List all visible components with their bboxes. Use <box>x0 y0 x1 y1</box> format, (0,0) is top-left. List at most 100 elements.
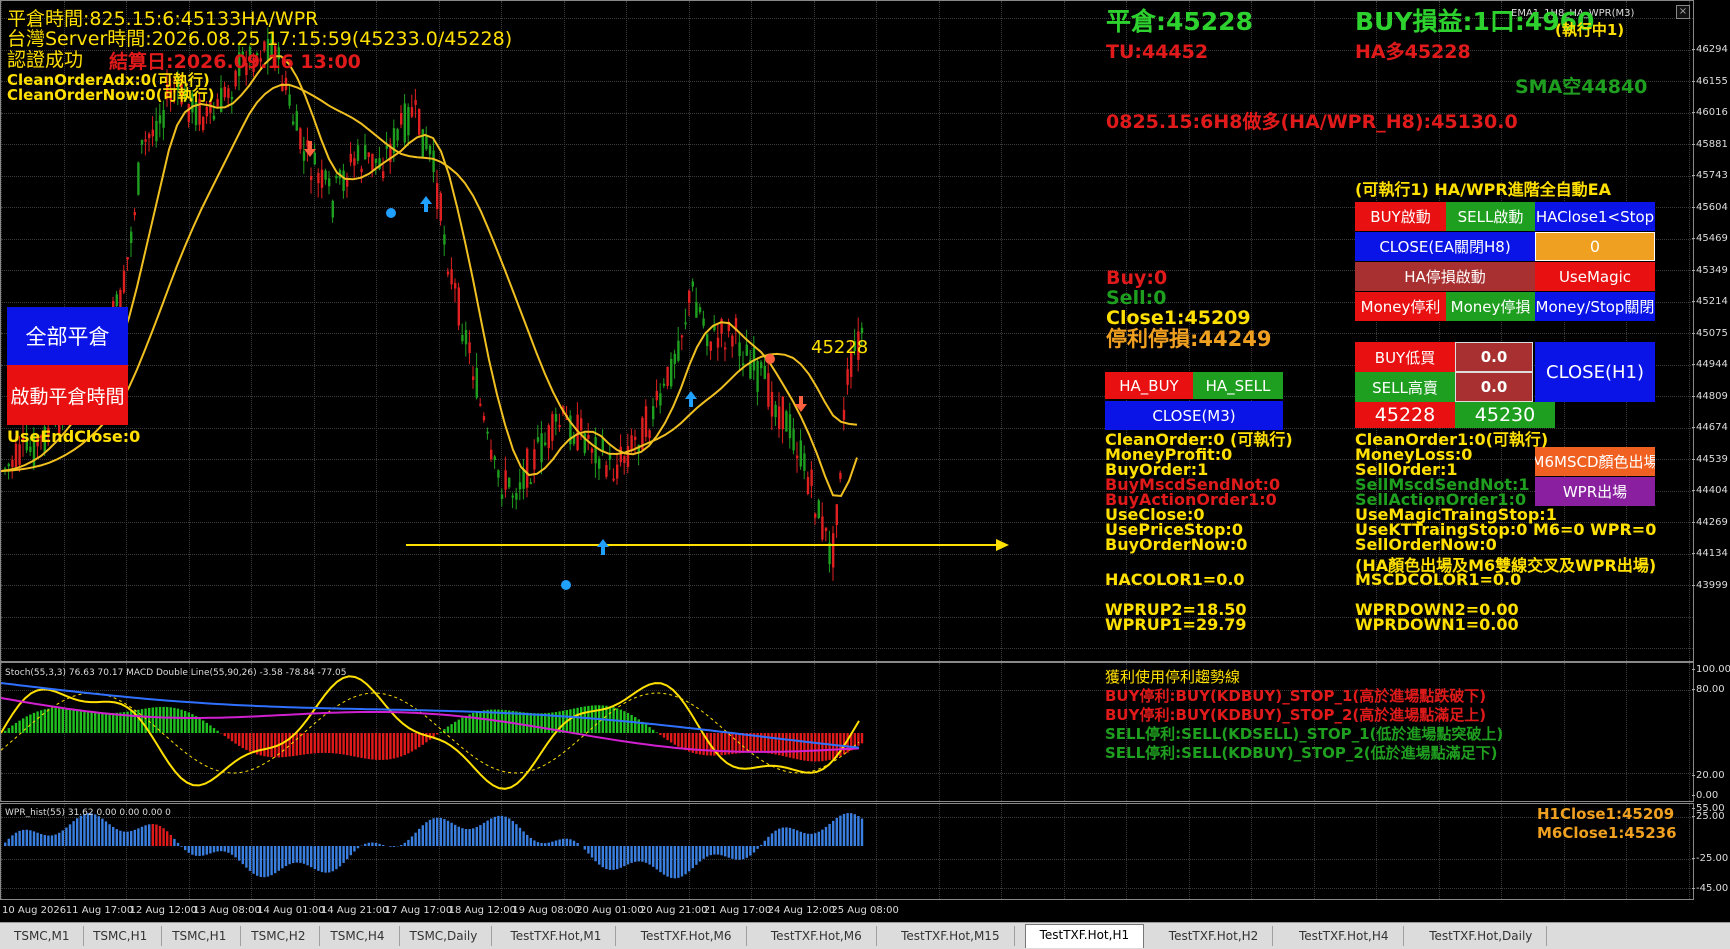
macd-bar <box>414 733 417 750</box>
close-all-button[interactable]: 全部平倉 <box>7 307 128 365</box>
wpr-bar <box>266 846 270 877</box>
chart-tab[interactable]: TSMC,H1 <box>79 926 163 946</box>
candle-body <box>158 115 162 124</box>
close-ea-button[interactable]: CLOSE(EA關閉H8) <box>1355 232 1535 261</box>
wpr-bar <box>101 818 104 846</box>
chart-tab[interactable]: TSMC,M1 <box>0 926 85 946</box>
wpr-bar <box>598 846 601 865</box>
chart-tab[interactable]: TestTXF.Hot,H2 <box>1155 926 1274 946</box>
macd-bar <box>252 733 255 754</box>
price-tick: 44944 <box>1692 359 1728 370</box>
chart-tab[interactable]: TSMC,H4 <box>316 926 400 946</box>
wpr-pane[interactable]: WPR_hist(55) 31.62 0.00 0.00 0.00 0 H1Cl… <box>0 803 1694 900</box>
candle-body <box>824 527 828 532</box>
candle-body <box>497 470 500 478</box>
money-profit-button[interactable]: Money停利 <box>1355 292 1446 321</box>
macd-bar <box>396 733 399 758</box>
candle-body <box>806 477 810 494</box>
ha-sell-button[interactable]: HA_SELL <box>1193 372 1283 399</box>
money-close-button[interactable]: Money/Stop關閉 <box>1535 292 1655 321</box>
candle-body <box>7 463 10 467</box>
macd-bar <box>331 733 334 754</box>
candle-body <box>691 281 694 287</box>
wpr-bar <box>565 838 568 846</box>
price-tick: 45349 <box>1692 264 1728 276</box>
macd-bar <box>216 730 219 733</box>
wpr-bar <box>162 828 165 846</box>
macd-bar <box>464 715 468 733</box>
chart-tab[interactable]: TestTXF.Hot,H4 <box>1285 926 1404 946</box>
candle-body <box>493 456 496 461</box>
start-close-time-button[interactable]: 啟動平倉時間 <box>7 365 128 425</box>
chart-tab[interactable]: TestTXF.Hot,M6 <box>757 926 877 946</box>
wpr-bar <box>216 846 219 852</box>
candle-body <box>533 449 536 470</box>
wpr-bar <box>760 844 763 846</box>
candle-body <box>788 414 792 439</box>
candle-body <box>619 446 622 463</box>
close-icon[interactable]: × <box>1676 5 1690 19</box>
money-stop-button[interactable]: Money停損 <box>1446 292 1535 321</box>
sell-start-button[interactable]: SELL啟動 <box>1446 202 1535 231</box>
ha-buy-button[interactable]: HA_BUY <box>1105 372 1193 399</box>
wpr-bar <box>22 829 25 846</box>
macd-bar <box>108 713 111 733</box>
main-chart[interactable]: 平倉時間:825.15:6:45133HA/WPR 台灣Server時間:202… <box>0 0 1694 662</box>
ea-zero-field[interactable]: 0 <box>1535 232 1655 261</box>
wpr-bar <box>634 846 637 862</box>
macd-bar <box>36 711 39 733</box>
stoch-macd-pane[interactable]: Stoch(55,3,3) 76.63 70.17 MACD Double Li… <box>0 662 1694 802</box>
sell-high-value[interactable]: 0.0 <box>1455 372 1533 402</box>
candle-body <box>14 443 18 467</box>
macd-bar <box>824 733 828 761</box>
wpr-exit-button[interactable]: WPR出場 <box>1535 477 1655 506</box>
chart-tab[interactable]: TestTXF.Hot,M6 <box>627 926 747 946</box>
chart-tab[interactable]: TestTXF.Hot,Daily <box>1415 926 1548 946</box>
clean-order-now: CleanOrderNow:0(可執行) <box>7 86 215 104</box>
macd-bar <box>238 733 241 746</box>
wpr-bar <box>79 815 82 846</box>
chart-tab[interactable]: TSMC,H2 <box>237 926 321 946</box>
sell-high-button[interactable]: SELL高賣 <box>1355 372 1455 402</box>
wpr-scale: 55.00 25.00 -25.00 -45.00 <box>1691 803 1730 900</box>
wpr-bar <box>817 831 820 846</box>
close-h1-button[interactable]: CLOSE(H1) <box>1535 342 1655 402</box>
wpr-bar <box>317 846 320 871</box>
ha-stop-button[interactable]: HA停損啟動 <box>1355 262 1535 291</box>
wpr-bar <box>846 813 849 846</box>
macd-bar <box>706 733 709 756</box>
chart-tab[interactable]: TestTXF.Hot,H1 <box>1024 924 1145 948</box>
chart-tab[interactable]: TestTXF.Hot,M1 <box>497 926 617 946</box>
candle-body <box>540 433 543 463</box>
candle-body <box>320 169 324 188</box>
wpr-bar <box>601 846 604 868</box>
wpr-bar <box>36 832 39 846</box>
wpr-bar <box>443 819 446 846</box>
chart-tab[interactable]: TSMC,Daily <box>396 926 493 946</box>
wpr-bar <box>853 814 856 846</box>
wpr-bar <box>644 846 648 863</box>
wpr-bar <box>90 813 93 846</box>
buy-low-button[interactable]: BUY低買 <box>1355 342 1455 372</box>
buy-start-button[interactable]: BUY啟動 <box>1355 202 1446 231</box>
macd-bar <box>371 733 374 760</box>
chart-tab[interactable]: TSMC,H1 <box>158 926 242 946</box>
ea-panel-title: (可執行1) HA/WPR進階全自動EA <box>1355 180 1611 199</box>
chart-tab[interactable]: TestTXF.Hot,M15 <box>887 926 1015 946</box>
close-m3-button[interactable]: CLOSE(M3) <box>1105 401 1283 430</box>
trend-line-arrow <box>996 539 1009 551</box>
candle-body <box>623 456 626 463</box>
wpr-bar <box>446 820 450 846</box>
price-scale[interactable]: 46294 46155 46016 45881 45743 45604 45469 45349… <box>1692 0 1730 662</box>
haclose-button[interactable]: HAClose1<Stop <box>1535 202 1655 231</box>
m6mscd-button[interactable]: M6MSCD顏色出場 <box>1535 447 1655 476</box>
price-tick: 44134 <box>1692 548 1728 559</box>
wpr-bar <box>18 830 21 846</box>
candle-body <box>551 414 554 441</box>
wpr-bar <box>623 846 626 867</box>
use-magic-button[interactable]: UseMagic <box>1535 262 1655 291</box>
buy-low-value[interactable]: 0.0 <box>1455 342 1533 372</box>
wpr-bar <box>684 846 687 875</box>
candle-body <box>799 440 802 467</box>
wpr-bar <box>112 826 115 846</box>
